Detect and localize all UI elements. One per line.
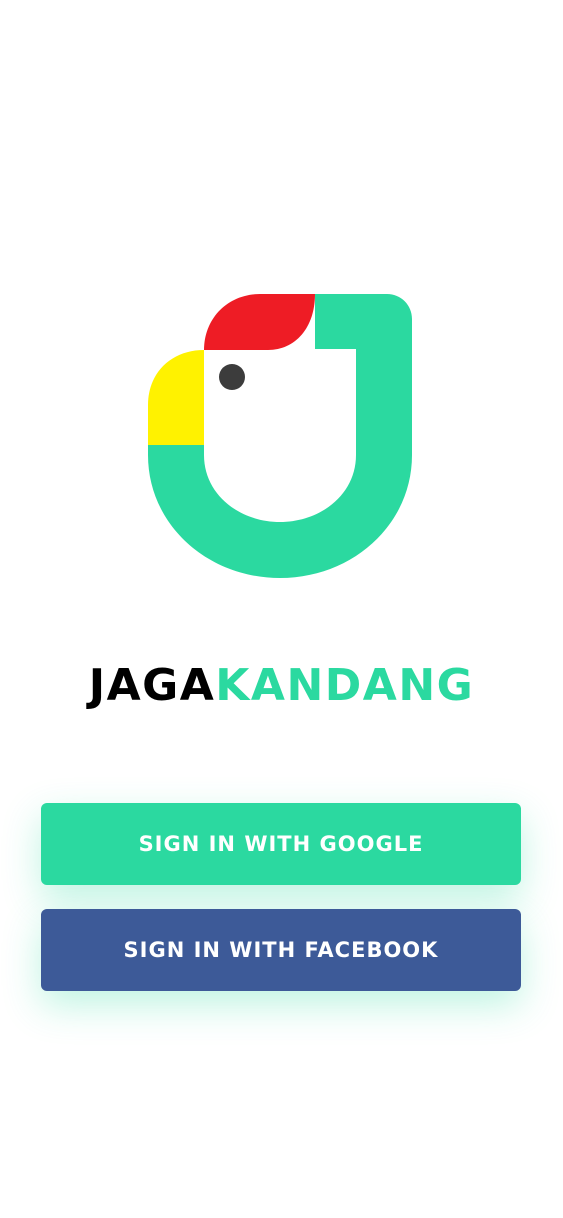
login-screen: JAGAKANDANG SIGN IN WITH GOOGLE SIGN IN … bbox=[0, 0, 563, 1218]
sign-in-facebook-button[interactable]: SIGN IN WITH FACEBOOK bbox=[41, 909, 521, 991]
beak-shape bbox=[148, 350, 204, 445]
rooster-j-logo-icon bbox=[148, 294, 412, 578]
app-title-jaga: JAGA bbox=[88, 660, 216, 711]
app-title-kandang: KANDANG bbox=[215, 660, 475, 711]
app-title: JAGAKANDANG bbox=[0, 660, 563, 712]
eye-icon bbox=[219, 364, 245, 390]
sign-in-google-button[interactable]: SIGN IN WITH GOOGLE bbox=[41, 803, 521, 885]
comb-shape bbox=[204, 294, 315, 350]
